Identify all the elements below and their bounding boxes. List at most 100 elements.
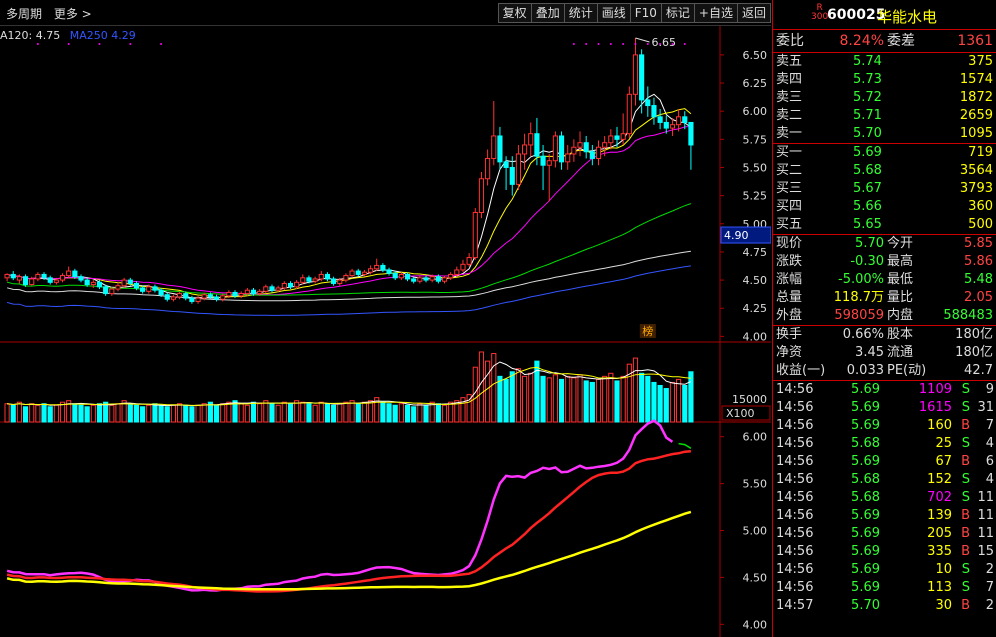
candle [663,121,669,129]
sell-level-4[interactable]: 卖四 5.73 1574 [773,71,996,89]
chart-toolbar: 多周期 更多 > 复权 叠加 统计 画线 F10 标记 +自选 返回 [0,0,771,26]
candle [121,279,127,287]
chart-area[interactable]: 6.50 6.25 6.00 5.75 5.50 5.25 5.00 4.75 4.50 4.25… [0,26,771,637]
candle [386,269,392,274]
candle [158,289,164,296]
volume-bar [589,381,595,423]
volume-bar [522,375,528,423]
tick-list[interactable]: 14:56 5.69 1109 S 9 14:56 5.69 1615 S 31… [773,381,996,615]
kline-chart[interactable]: 6.50 6.25 6.00 5.75 5.50 5.25 5.00 4.75 4.50 4.25… [0,26,771,637]
candle [140,287,146,292]
candle [201,294,207,299]
tick-row[interactable]: 14:56 5.68 25 S 4 [773,435,996,453]
tick-row[interactable]: 14:56 5.68 702 S 11 [773,489,996,507]
tick-row[interactable]: 14:57 5.70 30 B 2 [773,597,996,615]
candle [189,297,195,302]
more-button[interactable]: 更多 > [54,7,92,21]
sell-level-5[interactable]: 卖五 5.74 375 [773,53,996,71]
marker-dot [671,43,674,45]
volume-bar [300,401,306,423]
buy-level-2[interactable]: 买二 5.68 3564 [773,162,996,180]
volume-bar [84,406,90,423]
tick-side: S [961,382,970,397]
tick-row[interactable]: 14:56 5.69 160 B 7 [773,417,996,435]
ma-line-5 [6,93,692,299]
volume-bar [72,403,78,423]
tick-row[interactable]: 14:56 5.69 67 B 6 [773,453,996,471]
indicator-line-slow [6,510,692,591]
tick-count: 31 [977,400,994,415]
tick-volume: 1615 [918,400,952,415]
tick-count: 11 [977,526,994,541]
sell-level-1[interactable]: 卖一 5.70 1095 [773,125,996,143]
tick-volume: 702 [927,490,952,505]
tick-row[interactable]: 14:56 5.69 205 B 11 [773,525,996,543]
buy-level-4[interactable]: 买四 5.66 360 [773,198,996,216]
tick-row[interactable]: 14:56 5.69 10 S 2 [773,561,996,579]
f10-button[interactable]: F10 [629,3,661,23]
buy-level-3[interactable]: 买三 5.67 3793 [773,180,996,198]
candle [435,276,441,282]
candle [528,133,534,146]
quote-label: 现价 [776,236,803,251]
volume-bar [645,375,651,423]
candle [423,277,429,281]
candle [59,275,66,281]
quote-value-2: 2.05 [964,290,993,305]
candle [349,270,355,277]
volume-bar [540,375,546,423]
candle [281,282,287,289]
volume-bar [602,375,608,423]
tick-side: S [961,580,970,595]
volume-bar [546,377,552,423]
fundamental-label: 收益(一) [776,363,826,378]
candle [53,279,59,283]
buy-level-1[interactable]: 买一 5.69 719 [773,144,996,162]
tick-count: 9 [985,382,994,397]
volume-bar [478,351,485,423]
volume-bar [10,404,16,423]
tick-row[interactable]: 14:56 5.68 152 S 4 [773,471,996,489]
index-badge: R 300 [811,4,828,22]
candle [78,276,84,281]
mark-button[interactable]: 标记 [660,3,694,23]
tick-side: B [961,508,970,523]
sell-level-3[interactable]: 卖三 5.72 1872 [773,89,996,107]
draw-line-button[interactable]: 画线 [596,3,630,23]
add-watchlist-button[interactable]: +自选 [693,3,737,23]
tick-row[interactable]: 14:56 5.69 113 S 7 [773,579,996,597]
volume-bar [244,404,250,423]
tick-price: 5.69 [851,418,880,433]
volume-bar [287,403,294,423]
tick-time: 14:56 [776,544,814,559]
sell-level-2[interactable]: 卖二 5.71 2659 [773,107,996,125]
back-button[interactable]: 返回 [736,3,771,23]
volume-bar [423,404,429,423]
candle [250,289,257,295]
candle [583,142,589,153]
candle [522,144,528,155]
stats-button[interactable]: 统计 [563,3,597,23]
overlay-button[interactable]: 叠加 [530,3,564,23]
adjust-button[interactable]: 复权 [497,3,531,23]
tick-row[interactable]: 14:56 5.69 1109 S 9 [773,381,996,399]
buy-level-5[interactable]: 买五 5.65 500 [773,216,996,234]
candle [294,281,300,288]
tick-row[interactable]: 14:56 5.69 335 B 15 [773,543,996,561]
tick-price: 5.68 [851,472,880,487]
candle [90,281,96,286]
tick-price: 5.69 [851,544,880,559]
sell-volume: 1872 [959,90,993,105]
tick-time: 14:56 [776,400,814,415]
candle [589,151,595,159]
buy-price: 5.69 [853,145,882,160]
tick-row[interactable]: 14:56 5.69 139 B 11 [773,507,996,525]
multi-period-button[interactable]: 多周期 [6,7,42,21]
buy-price: 5.66 [853,199,882,214]
tick-volume: 30 [935,598,952,613]
volume-bar [639,372,645,423]
quote-value: 598059 [834,308,884,323]
quote-value: -5.00% [838,272,884,287]
marker-dot [36,43,39,45]
tick-row[interactable]: 14:56 5.69 1615 S 31 [773,399,996,417]
